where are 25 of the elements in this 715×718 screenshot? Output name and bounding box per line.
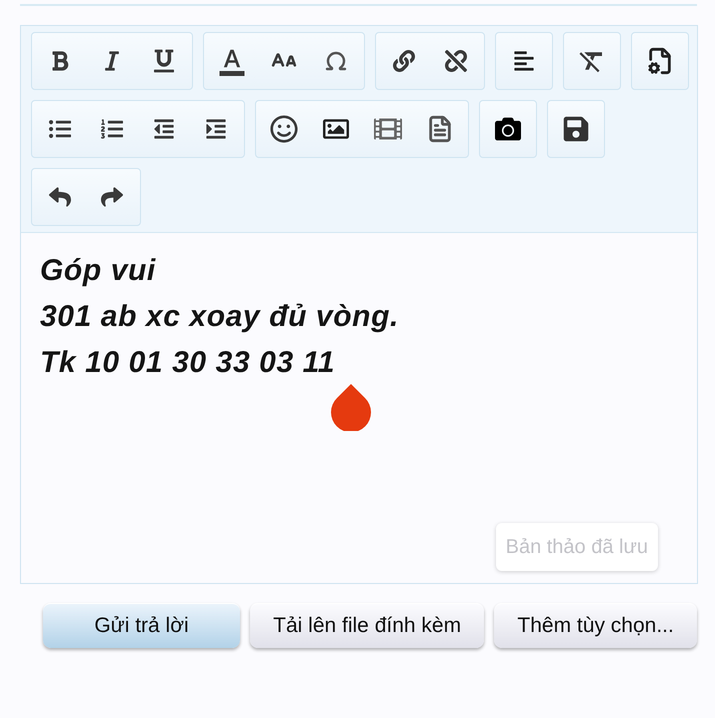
camera-icon	[494, 116, 522, 142]
numbered-list-icon	[100, 118, 124, 140]
smiley-icon	[270, 115, 298, 143]
omega-icon	[324, 49, 348, 73]
link-icon	[392, 50, 416, 72]
draft-saved-notice: Bản thảo đã lưu	[496, 523, 658, 571]
redo-icon	[99, 186, 125, 208]
bulleted-list-icon	[48, 118, 72, 140]
outdent-icon	[152, 118, 176, 140]
action-button[interactable]: Thêm tùy chọn...	[494, 603, 697, 648]
align-left-icon	[512, 50, 536, 72]
reply-button[interactable]: Gửi trả lời	[43, 603, 240, 648]
italic-icon	[103, 50, 121, 72]
bold-icon	[50, 50, 70, 72]
text-line: Góp vui	[40, 253, 156, 289]
save-icon	[563, 115, 589, 143]
text-line: 301 ab xc xoay đủ vòng.	[40, 299, 399, 335]
underline-icon	[154, 49, 174, 73]
text-line: Tk 10 01 30 33 03 11	[40, 345, 336, 381]
action-button[interactable]: Tải lên file đính kèm	[250, 603, 484, 648]
undo-icon	[47, 186, 73, 208]
unlink-icon	[444, 50, 468, 72]
cursor-handle[interactable]	[331, 384, 371, 431]
indent-icon	[204, 118, 228, 140]
text-area[interactable]: Góp vui 301 ab xc xoay đủ vòng. Tk 10 01 30 33 03 11 Bản thảo đã lưu	[21, 233, 697, 583]
